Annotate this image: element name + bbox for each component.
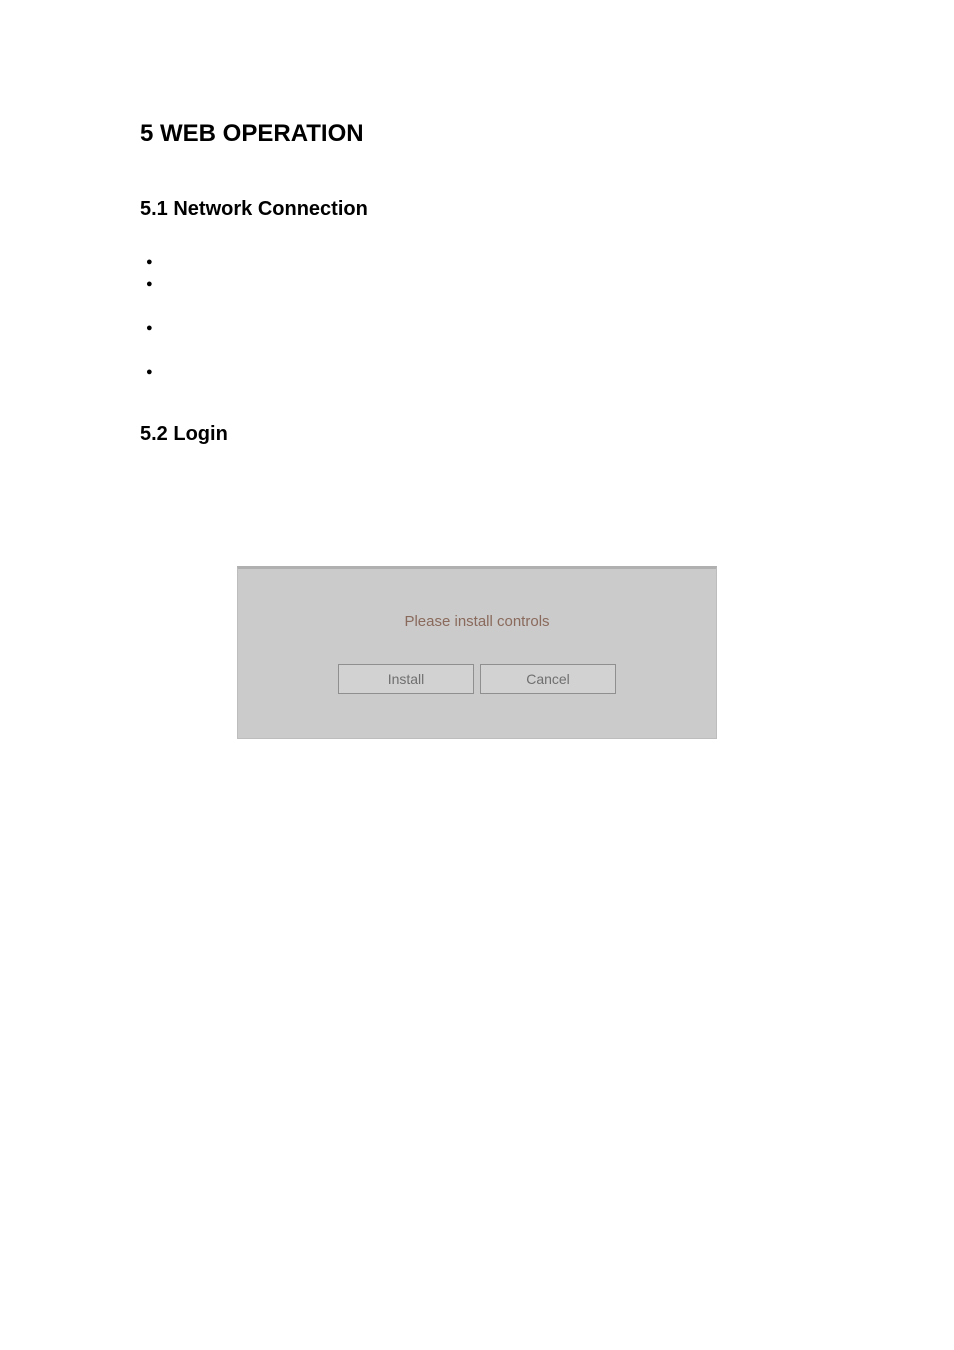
list-item: [140, 273, 814, 317]
chapter-heading: 5 WEB OPERATION: [140, 120, 814, 148]
list-item: [140, 251, 814, 273]
cancel-button[interactable]: Cancel: [480, 664, 616, 694]
list-item: [140, 317, 814, 361]
section-heading-login: 5.2 Login: [140, 423, 814, 446]
install-controls-dialog: Please install controls Install Cancel: [237, 566, 717, 739]
dialog-message: Please install controls: [404, 613, 549, 630]
list-item: [140, 361, 814, 383]
section-heading-network-connection: 5.1 Network Connection: [140, 198, 814, 221]
install-button[interactable]: Install: [338, 664, 474, 694]
bullet-list-network: [140, 251, 814, 383]
dialog-button-row: Install Cancel: [338, 664, 616, 694]
